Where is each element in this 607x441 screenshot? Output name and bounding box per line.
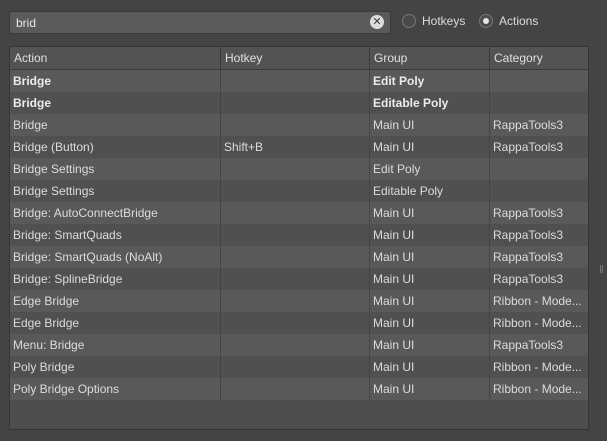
category-cell: Ribbon - Mode... bbox=[493, 360, 582, 374]
resize-handle[interactable] bbox=[600, 265, 603, 273]
table-row[interactable]: Bridge: AutoConnectBridge Main UI RappaToo… bbox=[10, 202, 588, 224]
group-cell: Edit Poly bbox=[370, 158, 490, 180]
hotkey-cell bbox=[221, 224, 370, 246]
table-row[interactable]: Bridge (Button) Shift+B Main UI RappaTools3 bbox=[10, 136, 588, 158]
action-cell: Menu: Bridge bbox=[10, 334, 221, 356]
category-cell bbox=[490, 70, 588, 92]
hotkey-cell bbox=[221, 246, 370, 268]
column-header-hotkey[interactable]: Hotkey bbox=[221, 47, 370, 69]
group-cell: Main UI bbox=[370, 268, 490, 290]
action-cell: Bridge bbox=[10, 70, 221, 92]
table-header: Action Hotkey Group Category bbox=[10, 47, 588, 70]
action-cell: Bridge: SmartQuads (NoAlt) bbox=[10, 246, 221, 268]
table-body: Bridge Edit Poly Bridge Editable Poly Bridge… bbox=[10, 70, 588, 400]
action-cell: Edge Bridge bbox=[10, 290, 221, 312]
action-cell: Bridge (Button) bbox=[10, 136, 221, 158]
category-cell bbox=[490, 158, 588, 180]
hotkey-cell bbox=[221, 202, 370, 224]
column-header-action[interactable]: Action bbox=[10, 47, 221, 69]
table-row[interactable]: Poly Bridge Options Main UI Ribbon - Mode.… bbox=[10, 378, 588, 400]
category-cell: RappaTools3 bbox=[493, 118, 564, 132]
group-cell: Main UI bbox=[370, 290, 490, 312]
hotkeys-radio[interactable] bbox=[402, 14, 416, 28]
group-cell: Main UI bbox=[370, 136, 490, 158]
category-cell: RappaTools3 bbox=[493, 206, 564, 220]
table-row[interactable]: Poly Bridge Main UI Ribbon - Mode... bbox=[10, 356, 588, 378]
search-bar: ✕ bbox=[9, 11, 391, 34]
table-row[interactable]: Edge Bridge Main UI Ribbon - Mode... bbox=[10, 290, 588, 312]
group-cell: Main UI bbox=[370, 334, 490, 356]
group-cell: Main UI bbox=[370, 312, 490, 334]
category-cell: RappaTools3 bbox=[493, 272, 564, 286]
hotkey-cell bbox=[221, 356, 370, 378]
action-cell: Bridge Settings bbox=[10, 180, 221, 202]
category-cell: RappaTools3 bbox=[493, 250, 564, 264]
table-row[interactable]: Bridge Settings Edit Poly bbox=[10, 158, 588, 180]
hotkeys-label: Hotkeys bbox=[422, 14, 466, 28]
group-cell: Editable Poly bbox=[370, 180, 490, 202]
action-cell: Bridge: AutoConnectBridge bbox=[10, 202, 221, 224]
action-cell: Bridge Settings bbox=[10, 158, 221, 180]
category-cell bbox=[490, 180, 588, 202]
action-cell: Poly Bridge bbox=[10, 356, 221, 378]
search-input[interactable] bbox=[10, 12, 360, 33]
action-cell: Bridge bbox=[10, 114, 221, 136]
table-row[interactable]: Edge Bridge Main UI Ribbon - Mode... bbox=[10, 312, 588, 334]
group-cell: Main UI bbox=[370, 356, 490, 378]
category-cell bbox=[490, 92, 588, 114]
table-row[interactable]: Menu: Bridge Main UI RappaTools3 bbox=[10, 334, 588, 356]
hotkey-cell bbox=[221, 268, 370, 290]
table-row[interactable]: Bridge: SplineBridge Main UI RappaTools3 bbox=[10, 268, 588, 290]
group-cell: Main UI bbox=[370, 378, 490, 400]
actions-table: Action Hotkey Group Category Bridge Edit … bbox=[9, 46, 589, 430]
action-cell: Bridge bbox=[10, 92, 221, 114]
action-cell: Bridge: SplineBridge bbox=[10, 268, 221, 290]
group-cell: Main UI bbox=[370, 224, 490, 246]
hotkey-cell: Shift+B bbox=[221, 136, 370, 158]
column-header-group[interactable]: Group bbox=[370, 47, 490, 69]
group-cell: Edit Poly bbox=[370, 70, 490, 92]
category-cell: RappaTools3 bbox=[493, 228, 564, 242]
hotkey-cell bbox=[221, 114, 370, 136]
action-cell: Poly Bridge Options bbox=[10, 378, 221, 400]
table-row[interactable]: Bridge: SmartQuads (NoAlt) Main UI RappaTo… bbox=[10, 246, 588, 268]
hotkey-cell bbox=[221, 290, 370, 312]
hotkey-cell bbox=[221, 92, 370, 114]
hotkeys-filter[interactable]: Hotkeys bbox=[402, 14, 465, 28]
hotkey-cell bbox=[221, 378, 370, 400]
clear-search-icon[interactable]: ✕ bbox=[370, 15, 384, 29]
column-header-category[interactable]: Category bbox=[490, 47, 588, 69]
category-cell: Ribbon - Mode... bbox=[493, 382, 582, 396]
action-cell: Bridge: SmartQuads bbox=[10, 224, 221, 246]
table-row[interactable]: Bridge Editable Poly bbox=[10, 92, 588, 114]
table-row[interactable]: Bridge Main UI RappaTools3 bbox=[10, 114, 588, 136]
table-row[interactable]: Bridge Settings Editable Poly bbox=[10, 180, 588, 202]
group-cell: Main UI bbox=[370, 114, 490, 136]
hotkey-cell bbox=[221, 312, 370, 334]
table-row[interactable]: Bridge Edit Poly bbox=[10, 70, 588, 92]
hotkey-cell bbox=[221, 180, 370, 202]
group-cell: Main UI bbox=[370, 246, 490, 268]
group-cell: Editable Poly bbox=[370, 92, 490, 114]
hotkey-cell bbox=[221, 158, 370, 180]
hotkey-cell bbox=[221, 70, 370, 92]
actions-label: Actions bbox=[499, 14, 539, 28]
table-row[interactable]: Bridge: SmartQuads Main UI RappaTools3 bbox=[10, 224, 588, 246]
category-cell: Ribbon - Mode... bbox=[493, 316, 582, 330]
group-cell: Main UI bbox=[370, 202, 490, 224]
action-cell: Edge Bridge bbox=[10, 312, 221, 334]
actions-filter[interactable]: Actions bbox=[479, 14, 538, 28]
category-cell: RappaTools3 bbox=[493, 338, 564, 352]
category-cell: Ribbon - Mode... bbox=[493, 294, 582, 308]
actions-radio[interactable] bbox=[479, 14, 493, 28]
hotkey-cell bbox=[221, 334, 370, 356]
category-cell: RappaTools3 bbox=[493, 140, 564, 154]
